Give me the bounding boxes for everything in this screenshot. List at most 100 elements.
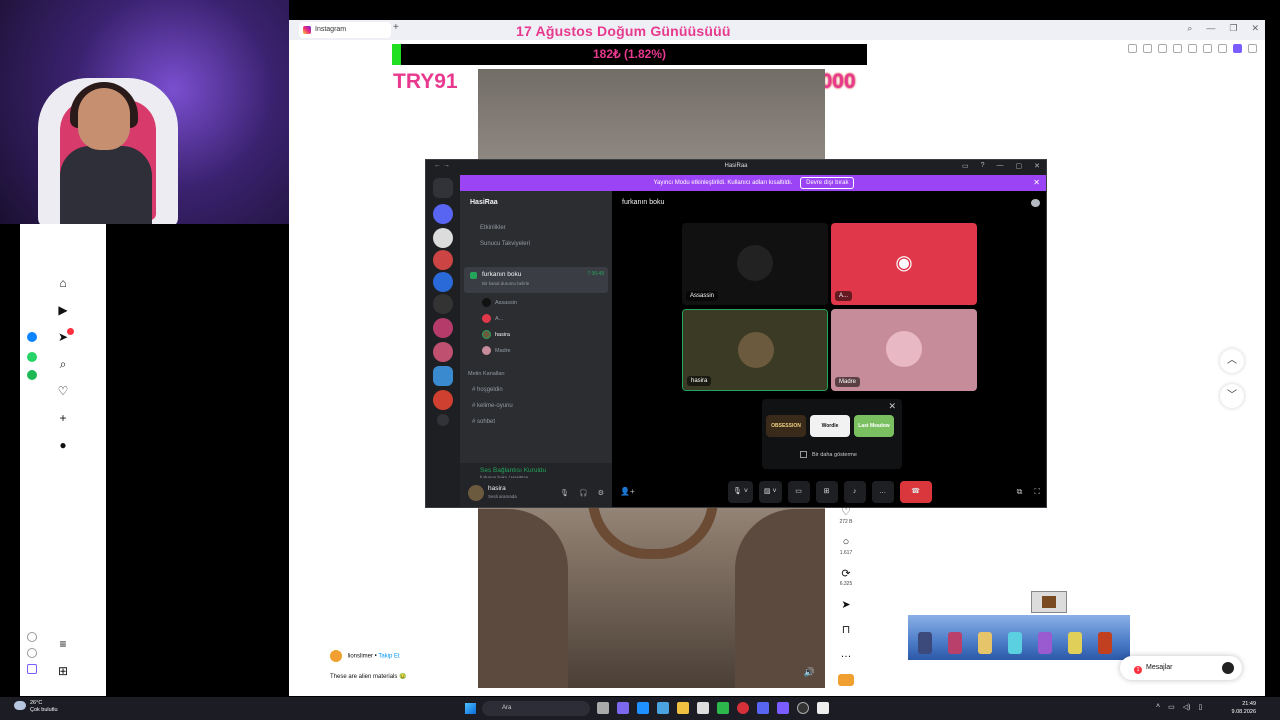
more-icon[interactable] <box>1248 44 1257 53</box>
text-channel[interactable]: # sohbet <box>472 419 495 425</box>
home-icon[interactable]: ⌂ <box>56 276 70 290</box>
profile-icon[interactable] <box>1233 44 1242 53</box>
voice-channel-status[interactable]: Bir kanal durumu belirle <box>482 281 529 286</box>
activities-icon[interactable]: ⊞ <box>815 481 838 503</box>
server-name[interactable]: HasiRaa <box>470 199 498 206</box>
add-friend-icon[interactable]: 👤+ <box>620 487 635 496</box>
heart-icon[interactable]: ♡ <box>56 384 70 398</box>
previous-reel-button[interactable]: ︿ <box>1220 349 1244 373</box>
gear-icon[interactable]: ⚙ <box>598 489 604 497</box>
server-icon[interactable] <box>433 228 453 248</box>
app-icon[interactable] <box>777 702 789 714</box>
search-icon[interactable]: ⌕ <box>56 357 70 371</box>
text-channel[interactable]: # kelime-oyunu <box>472 403 513 409</box>
heart-small-icon[interactable] <box>27 632 37 642</box>
help-icon[interactable]: ? <box>981 162 985 170</box>
messenger-icon[interactable] <box>27 332 37 342</box>
maximize-button[interactable]: ❐ <box>1229 23 1237 34</box>
server-icon[interactable] <box>433 250 453 270</box>
sidebar-panel-icon[interactable] <box>27 664 37 674</box>
add-server-icon[interactable] <box>437 414 449 426</box>
clock[interactable]: 21:49 9.08.2026 <box>1230 700 1256 716</box>
server-icon[interactable] <box>433 204 453 224</box>
member-item[interactable]: Madre <box>482 346 511 355</box>
new-tab-button[interactable]: + <box>393 22 399 33</box>
participant-tile[interactable]: Assassin <box>682 223 828 305</box>
voice-channel[interactable]: furkanın boku Bir kanal durumu belirle 7… <box>464 267 608 293</box>
create-icon[interactable]: + <box>56 411 70 425</box>
screen-share-icon[interactable]: ▭ <box>787 481 810 503</box>
app-icon[interactable] <box>617 702 629 714</box>
profile-avatar[interactable]: ● <box>56 438 70 452</box>
opera-icon[interactable] <box>737 702 749 714</box>
server-icon[interactable] <box>433 390 453 410</box>
whatsapp-icon[interactable] <box>27 352 37 362</box>
play-icon[interactable] <box>1173 44 1182 53</box>
server-icon[interactable] <box>433 342 453 362</box>
soundboard-icon[interactable]: ♪ <box>843 481 866 503</box>
server-icon[interactable] <box>433 318 453 338</box>
download-icon[interactable] <box>1203 44 1212 53</box>
app-icon[interactable] <box>817 702 829 714</box>
text-channel[interactable]: # hoşgeldin <box>472 387 503 393</box>
close-icon[interactable]: ✕ <box>888 401 896 412</box>
close-button[interactable]: ✕ <box>1034 162 1040 170</box>
menu-icon[interactable] <box>1218 44 1227 53</box>
store-icon[interactable] <box>657 702 669 714</box>
maximize-button[interactable]: ▢ <box>1016 162 1023 170</box>
extension-icon[interactable] <box>1143 44 1152 53</box>
send-icon[interactable]: ➤ <box>838 598 854 611</box>
volume-icon[interactable]: ◁) <box>1183 703 1191 711</box>
headphones-icon[interactable]: 🎧 <box>579 489 588 497</box>
close-button[interactable]: ✕ <box>1251 23 1259 34</box>
spotify-icon[interactable] <box>27 370 37 380</box>
chat-icon[interactable] <box>1031 199 1040 207</box>
member-item[interactable]: A... <box>482 314 503 323</box>
task-view-icon[interactable] <box>597 702 609 714</box>
bookmark-icon[interactable]: ⊓ <box>838 623 854 636</box>
heart-icon[interactable] <box>1188 44 1197 53</box>
share-icon[interactable]: ⟳ <box>838 567 854 580</box>
direct-icon[interactable]: ➤ <box>56 328 74 344</box>
activity-wordle[interactable]: Wordle <box>810 415 850 437</box>
member-item[interactable]: hasira <box>482 330 510 339</box>
weather-widget[interactable]: 26°C Çok bulutlu <box>14 700 58 714</box>
battery-icon[interactable]: ▯ <box>1198 703 1202 711</box>
next-reel-button[interactable]: ﹀ <box>1220 384 1244 408</box>
more-icon[interactable]: … <box>838 648 854 660</box>
tab-instagram[interactable]: Instagram <box>299 22 391 38</box>
close-icon[interactable]: ✕ <box>1033 175 1040 191</box>
menu-item-boosts[interactable]: Sunucu Takviyeleri <box>480 241 530 247</box>
more-icon[interactable]: … <box>871 481 894 503</box>
server-icon[interactable] <box>433 272 453 292</box>
history-icon[interactable] <box>27 648 37 658</box>
reels-icon[interactable]: ▶ <box>56 303 70 317</box>
minimize-button[interactable]: — <box>1206 23 1215 34</box>
user-avatar[interactable] <box>468 485 484 501</box>
member-item[interactable]: Assassin <box>482 298 517 307</box>
disable-streamer-mode-button[interactable]: Devre dışı bırak <box>800 177 855 189</box>
comment-icon[interactable]: ○ <box>838 536 854 548</box>
menu-icon[interactable]: ≡ <box>56 637 70 651</box>
end-call-button[interactable]: ☎ <box>899 481 932 503</box>
discord-icon[interactable] <box>757 702 769 714</box>
camera-off-icon[interactable]: ▨ ˅ <box>758 481 782 503</box>
messages-button[interactable]: 1 Mesajlar <box>1120 656 1242 680</box>
author-avatar[interactable] <box>330 650 342 662</box>
inbox-icon[interactable]: ▭ <box>962 162 969 170</box>
activity-last-meadow[interactable]: Last Meadow <box>854 415 894 437</box>
extension-icon[interactable] <box>1158 44 1167 53</box>
edge-icon[interactable] <box>637 702 649 714</box>
server-icon[interactable] <box>433 366 453 386</box>
author-name[interactable]: lionslimer <box>348 654 373 660</box>
network-icon[interactable]: ▭ <box>1168 703 1175 711</box>
text-category[interactable]: Metin Kanalları <box>468 371 505 377</box>
audio-thumbnail[interactable] <box>838 674 854 686</box>
discord-home-icon[interactable] <box>433 178 453 198</box>
fullscreen-icon[interactable]: ⛶ <box>1034 487 1040 497</box>
obs-icon[interactable] <box>797 702 809 714</box>
microphone-icon[interactable]: 🎙 <box>560 489 569 497</box>
app-icon[interactable] <box>697 702 709 714</box>
volume-icon[interactable]: 🔊 <box>804 667 815 678</box>
microphone-icon[interactable]: 🎙 ˅ <box>728 481 753 503</box>
